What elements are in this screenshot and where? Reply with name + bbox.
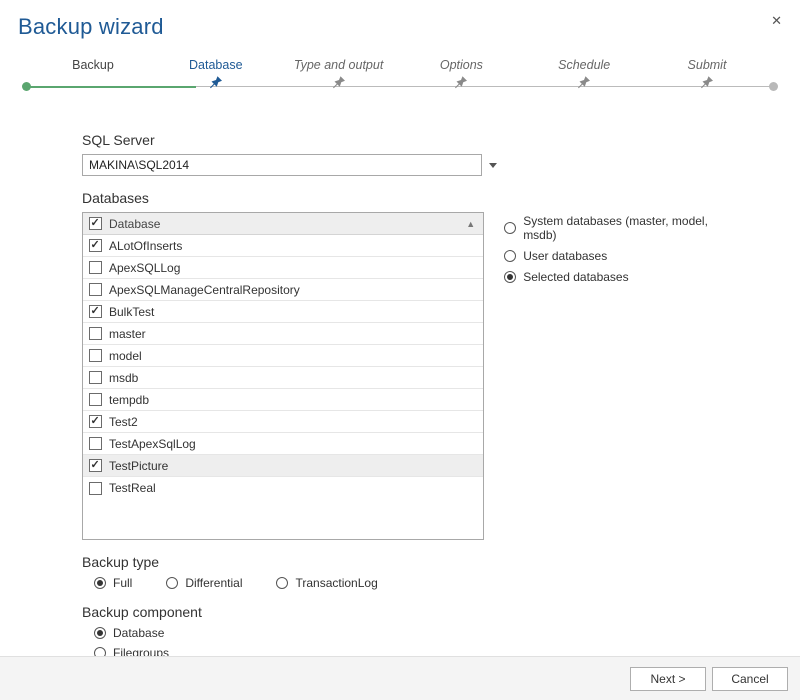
database-checkbox[interactable] xyxy=(89,327,102,340)
backup-type-option[interactable]: TransactionLog xyxy=(276,576,377,590)
database-name: ALotOfInserts xyxy=(109,239,182,253)
database-checkbox[interactable] xyxy=(89,482,102,495)
sql-server-input[interactable] xyxy=(82,154,482,176)
database-name: model xyxy=(109,349,142,363)
databases-grid[interactable]: Database ▲ ALotOfInserts ApexSQLLog ApexSQ… xyxy=(82,212,484,540)
radio-label: System databases (master, model, msdb) xyxy=(523,214,740,242)
radio-label: Selected databases xyxy=(523,270,628,284)
backup-type-label: Backup type xyxy=(82,554,740,570)
step-label-2[interactable]: Type and output xyxy=(284,58,394,72)
step-label-4[interactable]: Schedule xyxy=(529,58,639,72)
database-name: Test2 xyxy=(109,415,138,429)
database-checkbox[interactable] xyxy=(89,261,102,274)
radio-icon xyxy=(504,250,516,262)
databases-label: Databases xyxy=(82,190,740,206)
database-row[interactable]: ApexSQLManageCentralRepository xyxy=(83,279,483,301)
select-all-checkbox[interactable] xyxy=(89,217,102,230)
database-checkbox[interactable] xyxy=(89,459,102,472)
wizard-steps: Backup Database Type and output Options Sche… xyxy=(38,58,762,95)
radio-icon xyxy=(504,222,516,234)
database-row[interactable]: tempdb xyxy=(83,389,483,411)
database-name: master xyxy=(109,327,146,341)
database-row[interactable]: TestApexSqlLog xyxy=(83,433,483,455)
pin-icon xyxy=(452,81,470,95)
pin-icon xyxy=(698,81,716,95)
backup-component-label: Backup component xyxy=(82,604,740,620)
backup-type-option[interactable]: Full xyxy=(94,576,132,590)
step-label-5[interactable]: Submit xyxy=(652,58,762,72)
radio-label: Differential xyxy=(185,576,242,590)
database-row[interactable]: Test2 xyxy=(83,411,483,433)
radio-icon xyxy=(94,577,106,589)
progress-start-dot xyxy=(22,82,31,91)
page-title: Backup wizard xyxy=(18,14,164,40)
backup-type-radios: Full Differential TransactionLog xyxy=(82,576,740,590)
radio-label: User databases xyxy=(523,249,607,263)
database-name: msdb xyxy=(109,371,138,385)
radio-icon xyxy=(276,577,288,589)
next-button[interactable]: Next > xyxy=(630,667,706,691)
column-header-database[interactable]: Database xyxy=(109,217,160,231)
sql-server-label: SQL Server xyxy=(82,132,740,148)
database-checkbox[interactable] xyxy=(89,349,102,362)
pin-icon xyxy=(207,81,225,95)
scope-option[interactable]: System databases (master, model, msdb) xyxy=(504,214,740,242)
radio-icon xyxy=(94,627,106,639)
pin-icon xyxy=(575,81,593,95)
database-row[interactable]: ApexSQLLog xyxy=(83,257,483,279)
step-label-0[interactable]: Backup xyxy=(38,58,148,72)
backup-component-option[interactable]: Database xyxy=(94,626,740,640)
database-name: ApexSQLManageCentralRepository xyxy=(109,283,300,297)
cancel-button[interactable]: Cancel xyxy=(712,667,788,691)
database-name: tempdb xyxy=(109,393,149,407)
wizard-progress: Backup Database Type and output Options Sche… xyxy=(18,58,782,100)
radio-label: TransactionLog xyxy=(295,576,377,590)
database-row[interactable]: TestReal xyxy=(83,477,483,499)
database-name: ApexSQLLog xyxy=(109,261,180,275)
database-row[interactable]: TestPicture xyxy=(83,455,483,477)
database-row[interactable]: ALotOfInserts xyxy=(83,235,483,257)
database-name: BulkTest xyxy=(109,305,154,319)
radio-label: Full xyxy=(113,576,132,590)
database-checkbox[interactable] xyxy=(89,437,102,450)
database-scope-radios: System databases (master, model, msdb) Us… xyxy=(504,212,740,284)
database-checkbox[interactable] xyxy=(89,305,102,318)
database-row[interactable]: msdb xyxy=(83,367,483,389)
database-checkbox[interactable] xyxy=(89,283,102,296)
radio-icon xyxy=(166,577,178,589)
database-checkbox[interactable] xyxy=(89,393,102,406)
database-name: TestApexSqlLog xyxy=(109,437,196,451)
database-name: TestReal xyxy=(109,481,156,495)
sql-server-dropdown-button[interactable] xyxy=(486,159,500,171)
database-name: TestPicture xyxy=(109,459,168,473)
radio-icon xyxy=(504,271,516,283)
backup-component-radios: DatabaseFilegroups xyxy=(82,626,740,660)
radio-label: Database xyxy=(113,626,164,640)
step-label-3[interactable]: Options xyxy=(406,58,516,72)
dialog-footer: Next > Cancel xyxy=(0,656,800,700)
databases-rows: ALotOfInserts ApexSQLLog ApexSQLManageCent… xyxy=(83,235,483,499)
progress-end-dot xyxy=(769,82,778,91)
database-row[interactable]: BulkTest xyxy=(83,301,483,323)
scope-option[interactable]: User databases xyxy=(504,249,740,263)
pin-icon xyxy=(330,81,348,95)
database-checkbox[interactable] xyxy=(89,415,102,428)
backup-type-option[interactable]: Differential xyxy=(166,576,242,590)
scope-option[interactable]: Selected databases xyxy=(504,270,740,284)
database-checkbox[interactable] xyxy=(89,371,102,384)
close-icon[interactable]: ✕ xyxy=(771,14,782,27)
sort-indicator-icon[interactable]: ▲ xyxy=(466,219,475,229)
database-row[interactable]: master xyxy=(83,323,483,345)
database-checkbox[interactable] xyxy=(89,239,102,252)
database-row[interactable]: model xyxy=(83,345,483,367)
step-label-1[interactable]: Database xyxy=(161,58,271,72)
databases-header-row[interactable]: Database ▲ xyxy=(83,213,483,235)
